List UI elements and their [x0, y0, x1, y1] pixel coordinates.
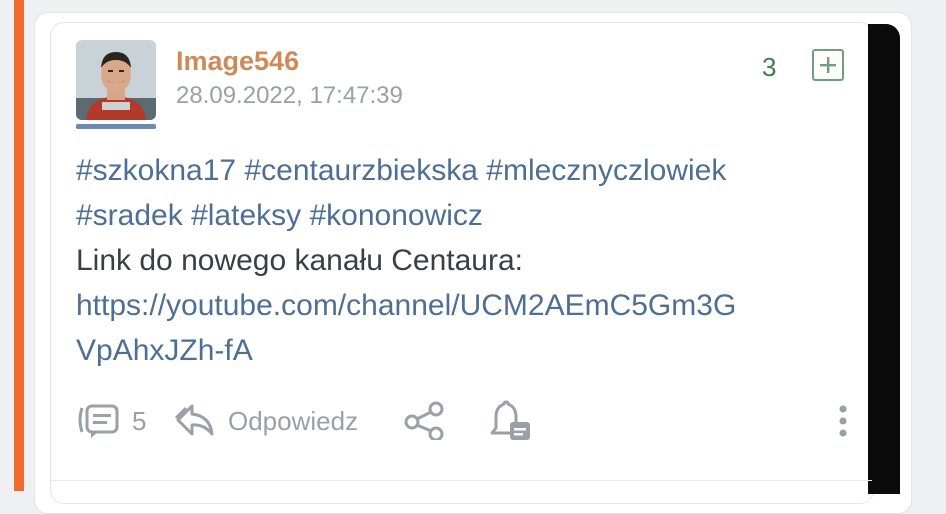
bottom-divider [50, 480, 872, 481]
avatar[interactable] [76, 40, 156, 120]
vote-count: 3 [762, 52, 777, 82]
channel-link-part-2[interactable]: VpAhxJZh-fA [76, 328, 856, 373]
bell-icon[interactable] [488, 400, 534, 449]
share-icon[interactable] [402, 400, 448, 445]
tag-link[interactable]: #centaurzbiekska [244, 154, 477, 187]
entry-footer: 5 Odpowiedz [76, 398, 856, 444]
channel-link-part-1[interactable]: https://youtube.com/channel/UCM2AEmC5Gm3… [76, 283, 856, 328]
entry-timestamp: 28.09.2022, 17:47:39 [176, 82, 403, 109]
tag-link[interactable]: #sradek [76, 199, 183, 232]
comments-icon[interactable] [76, 400, 122, 445]
right-black-strip [868, 24, 900, 494]
entry-text: Link do nowego kanału Centaura: [76, 244, 523, 277]
reply-button[interactable]: Odpowiedz [228, 406, 358, 437]
avatar-image [76, 40, 156, 120]
comment-count[interactable]: 5 [132, 406, 146, 437]
more-vertical-icon[interactable] [836, 400, 850, 445]
tags-line-2: #sradek #lateksy #kononowicz [76, 193, 856, 238]
tag-link[interactable]: #lateksy [191, 199, 301, 232]
reply-icon[interactable] [174, 400, 216, 445]
avatar-underline [76, 124, 156, 129]
tag-link[interactable]: #mlecznyczlowiek [486, 154, 726, 187]
tags-line-1: #szkokna17 #centaurzbiekska #mlecznyczlo… [76, 148, 856, 193]
entry-body: #szkokna17 #centaurzbiekska #mlecznyczlo… [76, 148, 856, 373]
plus-icon [820, 57, 836, 73]
username-link[interactable]: Image546 [176, 46, 299, 77]
tag-link[interactable]: #kononowicz [309, 199, 482, 232]
plus-vote-button[interactable] [812, 49, 844, 81]
left-accent-bar [14, 0, 24, 491]
tag-link[interactable]: #szkokna17 [76, 154, 236, 187]
